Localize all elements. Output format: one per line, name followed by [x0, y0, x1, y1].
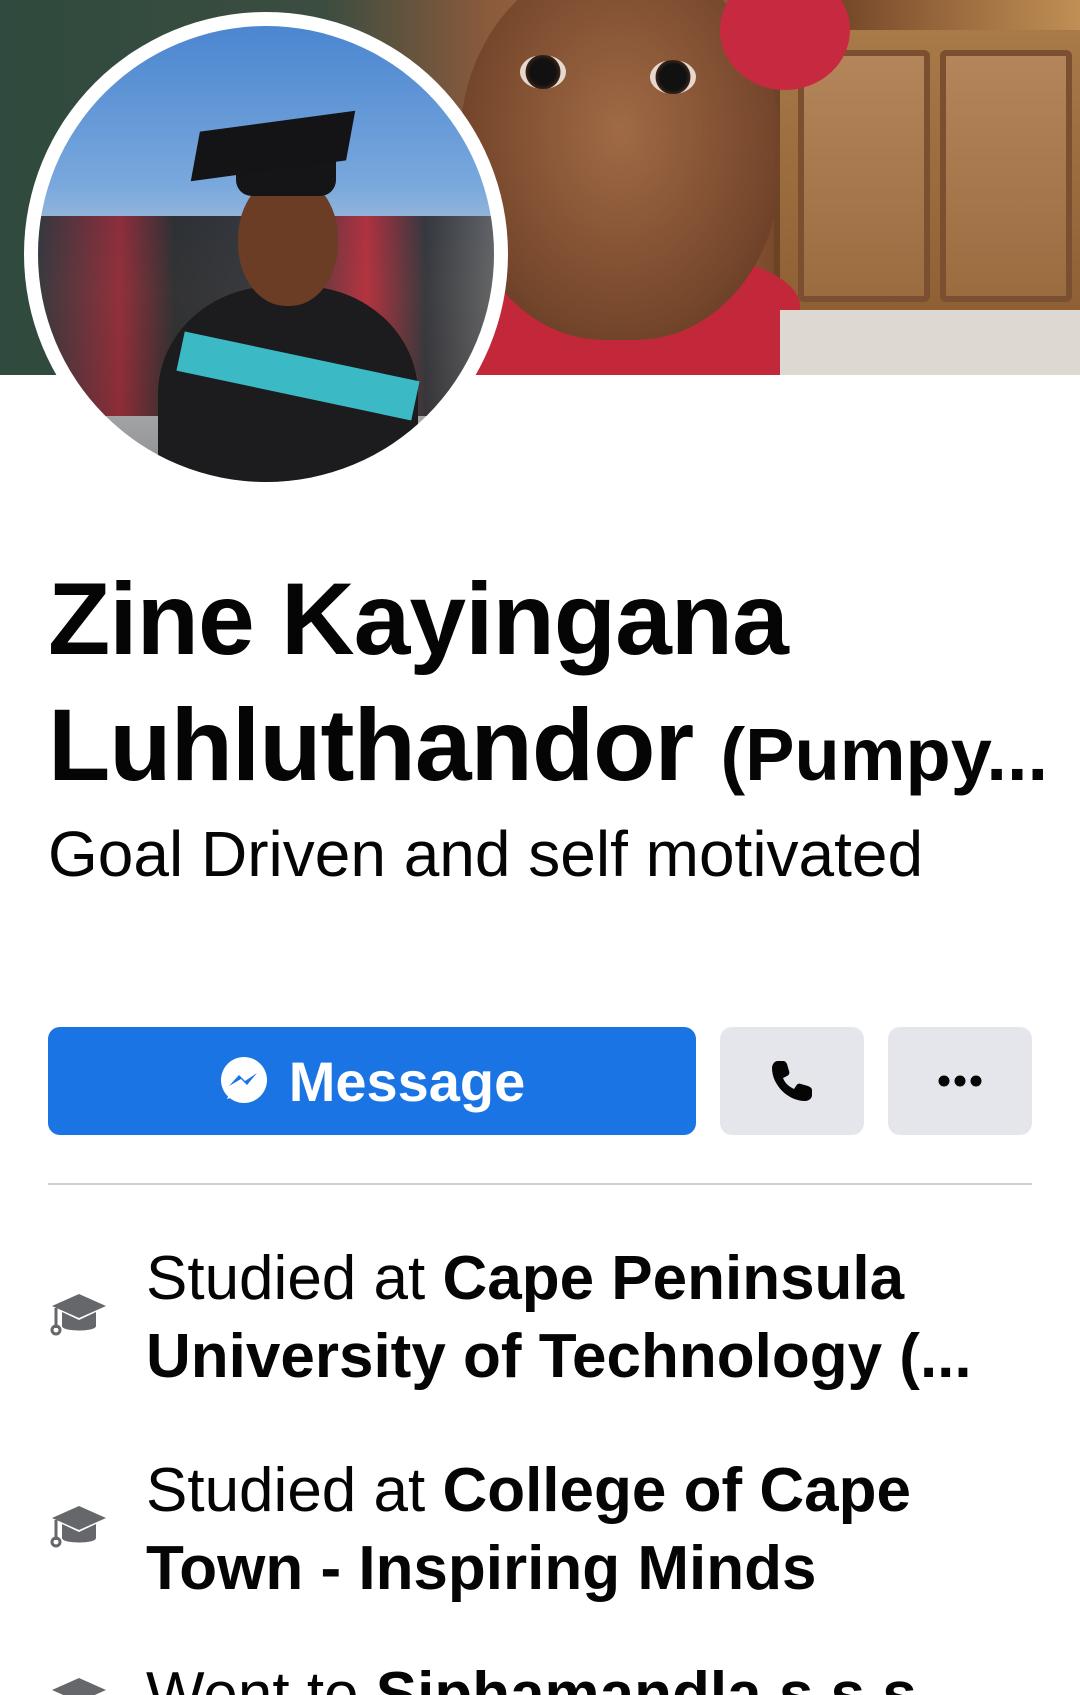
cover-blanket: [780, 310, 1080, 375]
graduation-cap-icon: [52, 1678, 106, 1695]
intro-line: Studied at College of Cape: [146, 1452, 1026, 1530]
more-options-button[interactable]: [888, 1027, 1032, 1135]
intro-education-text: Studied at Cape Peninsula University of …: [146, 1240, 1026, 1396]
intro-prefix: Went to: [146, 1660, 376, 1695]
graduation-cap-icon: [50, 1294, 106, 1336]
profile-bio: Goal Driven and self motivated: [48, 818, 924, 890]
profile-name-line1: Zine Kayingana: [48, 562, 789, 676]
intro-prefix: Studied at: [146, 1456, 443, 1525]
intro-line: Studied at Cape Peninsula: [146, 1240, 1026, 1318]
cover-eye: [650, 60, 696, 94]
more-dots-icon: [938, 1075, 982, 1087]
message-button[interactable]: Message: [48, 1027, 696, 1135]
profile-name: Zine Kayingana Luhluthandor (Pumpy...: [48, 556, 1048, 818]
intro-prefix: Studied at: [146, 1244, 443, 1313]
intro-line: University of Technology (...: [146, 1318, 1026, 1396]
school-name-continued[interactable]: Town - Inspiring Minds: [146, 1534, 816, 1603]
school-name[interactable]: College of Cape: [442, 1456, 911, 1525]
cover-eye: [520, 55, 566, 89]
school-name-continued[interactable]: University of Technology (...: [146, 1322, 972, 1391]
profile-surname: Luhluthandor: [48, 688, 694, 802]
call-button[interactable]: [720, 1027, 864, 1135]
school-name[interactable]: Siphamandla s.s.s: [376, 1660, 917, 1695]
cabinet-door: [798, 50, 930, 302]
phone-icon: [772, 1061, 812, 1101]
profile-name-line2: Luhluthandor (Pumpy...: [48, 682, 1048, 818]
profile-nickname: (Pumpy...: [720, 713, 1049, 796]
intro-line: Town - Inspiring Minds: [146, 1530, 1026, 1608]
intro-education-text: Studied at College of Cape Town - Inspir…: [146, 1452, 1026, 1608]
section-divider: [48, 1183, 1032, 1185]
profile-avatar[interactable]: [38, 26, 494, 482]
cabinet-door: [940, 50, 1072, 302]
intro-education-item[interactable]: Went to Siphamandla s.s.s: [48, 1660, 1038, 1695]
message-button-label: Message: [288, 1049, 526, 1113]
school-name[interactable]: Cape Peninsula: [442, 1244, 904, 1313]
intro-education-item[interactable]: Studied at Cape Peninsula University of …: [48, 1240, 1038, 1410]
intro-education-text: Went to Siphamandla s.s.s: [146, 1660, 1026, 1695]
graduation-cap-icon: [50, 1506, 106, 1548]
intro-line: Went to Siphamandla s.s.s: [146, 1660, 1026, 1695]
intro-education-item[interactable]: Studied at College of Cape Town - Inspir…: [48, 1452, 1038, 1622]
messenger-icon: [220, 1057, 267, 1103]
